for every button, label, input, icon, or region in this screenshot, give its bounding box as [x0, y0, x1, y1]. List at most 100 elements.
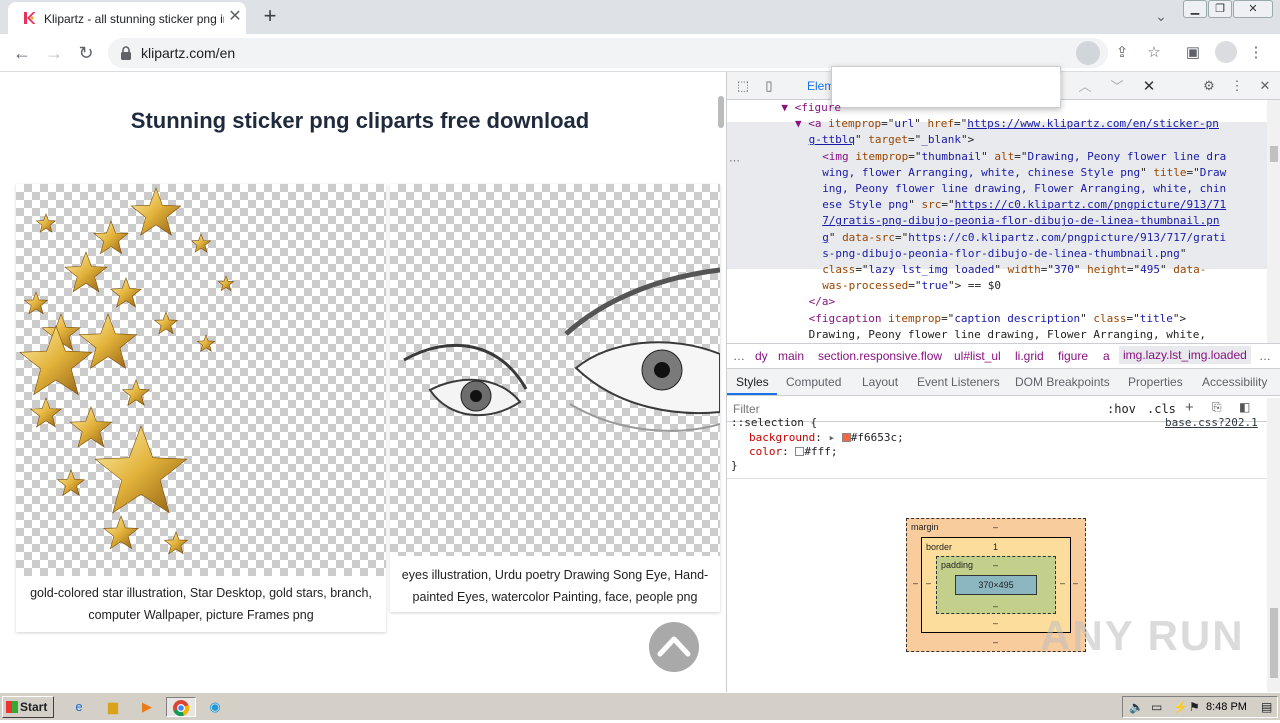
dom-node-line[interactable]: 7/gratis-png-dibujo-peonia-flor-dibujo-d… [727, 213, 1267, 229]
address-bar[interactable]: klipartz.com/en [108, 38, 1108, 68]
dom-node-line[interactable]: g-ttblq" target="_blank"> [727, 132, 1267, 148]
toggle-sidebar-icon[interactable]: ◧ [1239, 400, 1250, 414]
start-button[interactable]: Start [2, 696, 54, 718]
tab-dom-breakpoints[interactable]: DOM Breakpoints [1015, 375, 1110, 389]
breadcrumb-item[interactable]: section.responsive.flow [818, 349, 942, 363]
breadcrumb-item[interactable]: … [733, 349, 745, 363]
dom-node-line[interactable]: g" data-src="https://c0.klipartz.com/png… [727, 230, 1267, 246]
tab-properties[interactable]: Properties [1128, 375, 1183, 389]
border-value[interactable]: 1 [993, 542, 998, 552]
dom-node-line[interactable]: was-processed="true"> == $0 [727, 278, 1267, 294]
padding-bottom-value[interactable]: – [993, 601, 998, 611]
border-left-value[interactable]: – [926, 578, 931, 588]
edge-icon[interactable]: ◉ [204, 697, 226, 717]
gear-icon[interactable]: ⚙ [1199, 76, 1219, 96]
dom-node-line[interactable]: <img itemprop="thumbnail" alt="Drawing, … [727, 149, 1267, 165]
inspect-element-icon[interactable]: ⬚ [733, 76, 753, 96]
network-icon[interactable]: ▭ [1151, 700, 1162, 714]
breadcrumb-item[interactable]: … [1259, 349, 1271, 363]
breadcrumb-item[interactable]: a [1103, 349, 1110, 363]
more-options-icon[interactable]: ⋮ [1227, 76, 1247, 96]
clipart-caption[interactable]: eyes illustration, Urdu poetry Drawing S… [394, 564, 716, 608]
dom-node-line[interactable]: ese Style png" src="https://c0.klipartz.… [727, 197, 1267, 213]
tab-computed[interactable]: Computed [786, 375, 841, 389]
styles-scrollbar-thumb[interactable] [1270, 608, 1278, 678]
minimize-button[interactable]: ▁ [1183, 0, 1207, 18]
back-arrow-icon[interactable]: ← [10, 42, 34, 64]
close-devtools-icon[interactable]: ✕ [1255, 76, 1275, 96]
device-toolbar-icon[interactable]: ▯ [759, 76, 779, 96]
rule-selector[interactable]: ::selection { [731, 416, 817, 431]
content-box[interactable]: 370×495 [955, 575, 1037, 595]
margin-bottom-value[interactable]: – [993, 637, 998, 647]
forward-arrow-icon[interactable]: → [42, 42, 66, 64]
bookmark-star-icon[interactable]: ☆ [1142, 41, 1166, 65]
tab-event-listeners[interactable]: Event Listeners [917, 375, 1000, 389]
border-right-value[interactable]: – [1060, 578, 1065, 588]
padding-value[interactable]: – [993, 560, 998, 570]
reload-icon[interactable]: ↻ [74, 42, 98, 64]
margin-right-value[interactable]: – [1073, 578, 1078, 588]
tab-layout[interactable]: Layout [862, 375, 898, 389]
dom-node-line[interactable]: ▼ <figure [727, 100, 1267, 116]
lens-search-icon[interactable] [1076, 41, 1100, 65]
add-rule-icon[interactable]: + [1185, 399, 1194, 416]
browser-tab[interactable]: Klipartz - all stunning sticker png ima … [8, 2, 246, 34]
folder-icon[interactable]: ▆ [102, 697, 124, 717]
breadcrumb-item[interactable]: main [778, 349, 804, 363]
power-icon[interactable]: ⚡ [1173, 700, 1188, 714]
rule-property[interactable]: background: ▸ #f6653c; [749, 431, 904, 446]
restore-button[interactable]: ❐ [1208, 0, 1232, 18]
tab-search-chevron-icon[interactable]: ⌄ [1152, 8, 1170, 26]
dom-node-line[interactable]: Drawing, Peony flower line drawing, Flow… [727, 327, 1267, 343]
chrome-taskbar-button[interactable] [166, 697, 196, 717]
dom-scrollbar[interactable] [1267, 100, 1280, 343]
hov-toggle[interactable]: :hov [1107, 402, 1136, 416]
find-input[interactable] [836, 73, 1060, 103]
page-scrollbar-thumb[interactable] [718, 96, 724, 128]
breadcrumb-item-selected[interactable]: img.lazy.lst_img.loaded [1119, 346, 1251, 364]
clipart-card[interactable]: gold-colored star illustration, Star Des… [16, 184, 386, 632]
dom-node-line[interactable]: wing, flower Arranging, white, chinese S… [727, 165, 1267, 181]
dom-node-line[interactable]: class="lazy lst_img loaded" width="370" … [727, 262, 1267, 278]
clipart-thumbnail[interactable] [390, 184, 721, 556]
find-next-icon[interactable]: ﹀ [1107, 77, 1127, 97]
dom-scrollbar-thumb[interactable] [1270, 146, 1278, 162]
find-close-icon[interactable]: ✕ [1139, 77, 1159, 97]
new-tab-button[interactable]: + [258, 4, 282, 28]
color-swatch[interactable] [841, 433, 851, 442]
close-tab-icon[interactable]: ✕ [226, 8, 244, 26]
volume-icon[interactable]: 🔈 [1129, 700, 1144, 714]
side-panel-icon[interactable]: ▣ [1181, 41, 1205, 65]
margin-left-value[interactable]: – [913, 578, 918, 588]
find-previous-icon[interactable]: ︿ [1075, 77, 1095, 97]
styles-scrollbar[interactable] [1267, 398, 1280, 692]
margin-value[interactable]: – [993, 522, 998, 532]
clipart-caption[interactable]: gold-colored star illustration, Star Des… [20, 582, 382, 626]
cls-toggle[interactable]: .cls [1147, 402, 1176, 416]
rule-source-link[interactable]: base.css?202.1 [1165, 416, 1258, 431]
breadcrumb-item[interactable]: dy [755, 349, 768, 363]
breadcrumb-item[interactable]: ul#list_ul [954, 349, 1001, 363]
scroll-to-top-button[interactable] [649, 622, 699, 672]
rule-property[interactable]: color: #fff; [749, 445, 838, 460]
dom-node-line[interactable]: </a> [727, 294, 1267, 310]
dom-node-line[interactable]: ing, Peony flower line drawing, Flower A… [727, 181, 1267, 197]
dom-tree[interactable]: ▼ <figure ▼ <a itemprop="url" href="https… [727, 100, 1267, 343]
ie-icon[interactable]: e [68, 697, 90, 717]
breadcrumb-item[interactable]: figure [1058, 349, 1088, 363]
dom-node-line[interactable]: ▼ <a itemprop="url" href="https://www.kl… [727, 116, 1267, 132]
tab-styles[interactable]: Styles [736, 375, 769, 389]
profile-avatar-icon[interactable] [1215, 41, 1237, 63]
dom-node-line[interactable]: <figcaption itemprop="caption descriptio… [727, 311, 1267, 327]
border-bottom-value[interactable]: – [993, 618, 998, 628]
element-state-icon[interactable]: ⎘ [1212, 400, 1222, 415]
clipart-card[interactable]: eyes illustration, Urdu poetry Drawing S… [390, 184, 721, 612]
menu-kebab-icon[interactable]: ⋮ [1244, 41, 1268, 65]
flag-icon[interactable]: ⚑ [1189, 700, 1200, 714]
share-icon[interactable]: ⇪ [1110, 41, 1134, 65]
clipart-thumbnail[interactable] [16, 184, 386, 576]
tab-accessibility[interactable]: Accessibility [1202, 375, 1267, 389]
show-desktop-icon[interactable]: ▤ [1261, 700, 1272, 714]
dom-node-line[interactable]: s-png-dibujo-peonia-flor-dibujo-de-linea… [727, 246, 1267, 262]
